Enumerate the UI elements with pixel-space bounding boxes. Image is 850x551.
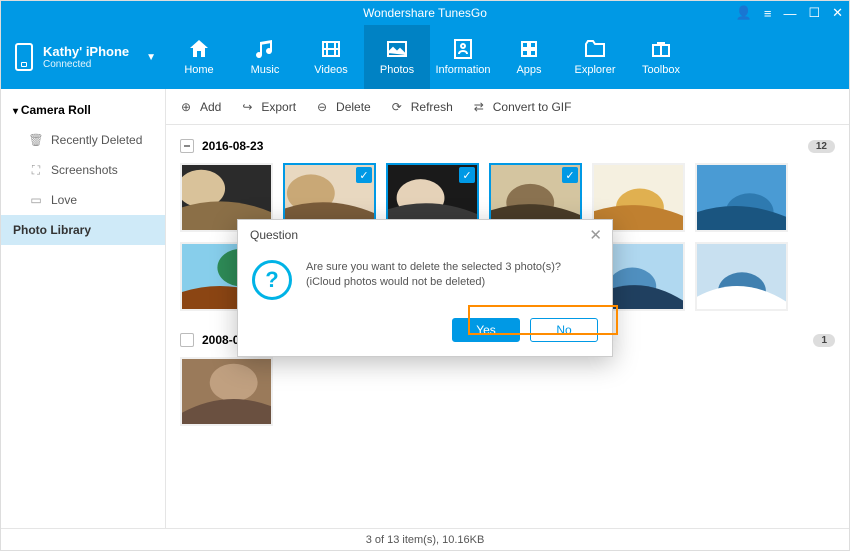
nav-explorer[interactable]: Explorer <box>562 25 628 89</box>
check-icon: ✓ <box>459 167 475 183</box>
plus-icon: ⊕ <box>178 99 194 115</box>
photo-thumbnail[interactable] <box>695 242 788 311</box>
sidebar-item-recently-deleted[interactable]: 🗑Recently Deleted <box>1 125 165 155</box>
minus-icon: ⊖ <box>314 99 330 115</box>
group-count-badge: 1 <box>813 334 835 347</box>
maximize-icon[interactable]: ☐ <box>808 5 820 21</box>
sidebar-item-photo-library[interactable]: Photo Library <box>1 215 165 245</box>
nav-photos[interactable]: Photos <box>364 25 430 89</box>
group-checkbox[interactable] <box>180 139 194 153</box>
information-icon <box>451 38 475 60</box>
phone-icon <box>15 43 33 71</box>
check-icon: ✓ <box>562 167 578 183</box>
app-title: Wondershare TunesGo <box>363 6 487 20</box>
group-header[interactable]: 2016-08-23 12 <box>180 135 835 163</box>
header-nav: Kathy' iPhone Connected ▼ HomeMusicVideo… <box>1 25 849 89</box>
videos-icon <box>319 38 343 60</box>
device-panel[interactable]: Kathy' iPhone Connected ▼ <box>1 25 166 89</box>
status-bar: 3 of 13 item(s), 10.16KB <box>1 528 849 550</box>
nav-videos[interactable]: Videos <box>298 25 364 89</box>
confirm-dialog: Question ✕ ? Are sure you want to delete… <box>237 219 613 357</box>
refresh-button[interactable]: ⟳Refresh <box>389 99 453 115</box>
user-icon[interactable]: 👤 <box>736 5 752 21</box>
toolbar: ⊕Add ↪Export ⊖Delete ⟳Refresh ⇄Convert t… <box>166 89 849 125</box>
apps-icon <box>517 38 541 60</box>
home-icon <box>187 38 211 60</box>
refresh-icon: ⟳ <box>389 99 405 115</box>
device-name: Kathy' iPhone <box>43 44 129 59</box>
screenshot-icon: ⛶ <box>29 163 43 177</box>
group-count-badge: 12 <box>808 140 835 153</box>
photos-icon <box>385 38 409 60</box>
delete-button[interactable]: ⊖Delete <box>314 99 371 115</box>
sidebar-item-screenshots[interactable]: ⛶Screenshots <box>1 155 165 185</box>
toolbox-icon <box>649 38 673 60</box>
export-button[interactable]: ↪Export <box>239 99 296 115</box>
question-icon: ? <box>252 260 292 300</box>
nav-apps[interactable]: Apps <box>496 25 562 89</box>
photo-thumbnail[interactable] <box>695 163 788 232</box>
trash-icon: 🗑 <box>29 133 43 147</box>
image-icon: ▭ <box>29 193 43 207</box>
nav-music[interactable]: Music <box>232 25 298 89</box>
convert-gif-button[interactable]: ⇄Convert to GIF <box>471 99 572 115</box>
yes-button[interactable]: Yes <box>452 318 520 342</box>
group-checkbox[interactable] <box>180 333 194 347</box>
dialog-message: Are sure you want to delete the selected… <box>306 260 598 300</box>
add-button[interactable]: ⊕Add <box>178 99 221 115</box>
export-icon: ↪ <box>239 99 255 115</box>
chevron-down-icon[interactable]: ▼ <box>146 52 156 63</box>
explorer-icon <box>583 38 607 60</box>
title-bar: Wondershare TunesGo 👤 ≡ — ☐ ✕ <box>1 1 849 25</box>
nav-toolbox[interactable]: Toolbox <box>628 25 694 89</box>
nav-home[interactable]: Home <box>166 25 232 89</box>
device-status: Connected <box>43 59 129 70</box>
music-icon <box>253 38 277 60</box>
sidebar: Camera Roll 🗑Recently Deleted⛶Screenshot… <box>1 89 166 528</box>
sidebar-header[interactable]: Camera Roll <box>1 95 165 125</box>
status-text: 3 of 13 item(s), 10.16KB <box>366 534 485 546</box>
group-date: 2016-08-23 <box>202 139 263 153</box>
photo-thumbnail[interactable] <box>180 357 273 426</box>
check-icon: ✓ <box>356 167 372 183</box>
nav-information[interactable]: Information <box>430 25 496 89</box>
dialog-title: Question <box>250 228 298 242</box>
minimize-icon[interactable]: — <box>783 6 796 21</box>
dialog-close-icon[interactable]: ✕ <box>589 226 602 244</box>
sidebar-item-love[interactable]: ▭Love <box>1 185 165 215</box>
close-icon[interactable]: ✕ <box>832 5 843 21</box>
menu-icon[interactable]: ≡ <box>764 6 772 21</box>
convert-icon: ⇄ <box>471 99 487 115</box>
no-button[interactable]: No <box>530 318 598 342</box>
